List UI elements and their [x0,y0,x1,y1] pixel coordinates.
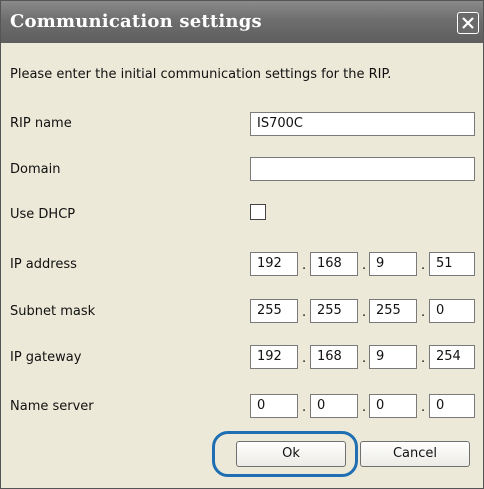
octet-separator: . [362,258,367,273]
ip-address-octet-4[interactable]: 51 [429,252,475,276]
subnet-mask-octet-1[interactable]: 255 [250,299,298,323]
ip-gateway-label: IP gateway [10,350,82,365]
subnet-mask-label: Subnet mask [10,304,96,319]
octet-separator: . [421,400,426,415]
dialog-title: Communication settings [10,11,262,32]
communication-settings-dialog: Communication settings Please enter the … [0,0,484,489]
name-server-octet-1[interactable]: 0 [250,394,298,418]
octet-separator: . [302,400,307,415]
cancel-button[interactable]: Cancel [360,441,470,467]
ip-address-octet-3[interactable]: 9 [369,252,417,276]
ip-address-label: IP address [10,257,77,272]
subnet-mask-octet-2[interactable]: 255 [310,299,358,323]
ip-gateway-octet-2[interactable]: 168 [310,345,358,369]
title-bar: Communication settings [1,1,483,43]
ip-gateway-octet-1[interactable]: 192 [250,345,298,369]
octet-separator: . [362,351,367,366]
use-dhcp-label: Use DHCP [10,207,76,222]
use-dhcp-checkbox[interactable] [250,204,266,220]
name-server-octet-3[interactable]: 0 [369,394,417,418]
close-button[interactable] [457,12,479,34]
octet-separator: . [421,351,426,366]
octet-separator: . [302,351,307,366]
octet-separator: . [421,258,426,273]
name-server-label: Name server [10,399,94,414]
name-server-octet-4[interactable]: 0 [429,394,475,418]
octet-separator: . [302,258,307,273]
rip-name-input[interactable]: IS700C [250,112,475,136]
subnet-mask-octet-3[interactable]: 255 [369,299,417,323]
intro-text: Please enter the initial communication s… [10,67,392,82]
subnet-mask-octet-4[interactable]: 0 [429,299,475,323]
octet-separator: . [362,305,367,320]
ip-gateway-octet-3[interactable]: 9 [369,345,417,369]
close-icon [462,17,474,29]
ok-button-highlight [212,431,358,477]
name-server-octet-2[interactable]: 0 [310,394,358,418]
rip-name-label: RIP name [10,116,72,131]
domain-label: Domain [10,162,61,177]
ip-address-octet-2[interactable]: 168 [310,252,358,276]
octet-separator: . [302,305,307,320]
domain-input[interactable] [250,157,475,181]
ip-gateway-octet-4[interactable]: 254 [429,345,475,369]
octet-separator: . [362,400,367,415]
ip-address-octet-1[interactable]: 192 [250,252,298,276]
octet-separator: . [421,305,426,320]
